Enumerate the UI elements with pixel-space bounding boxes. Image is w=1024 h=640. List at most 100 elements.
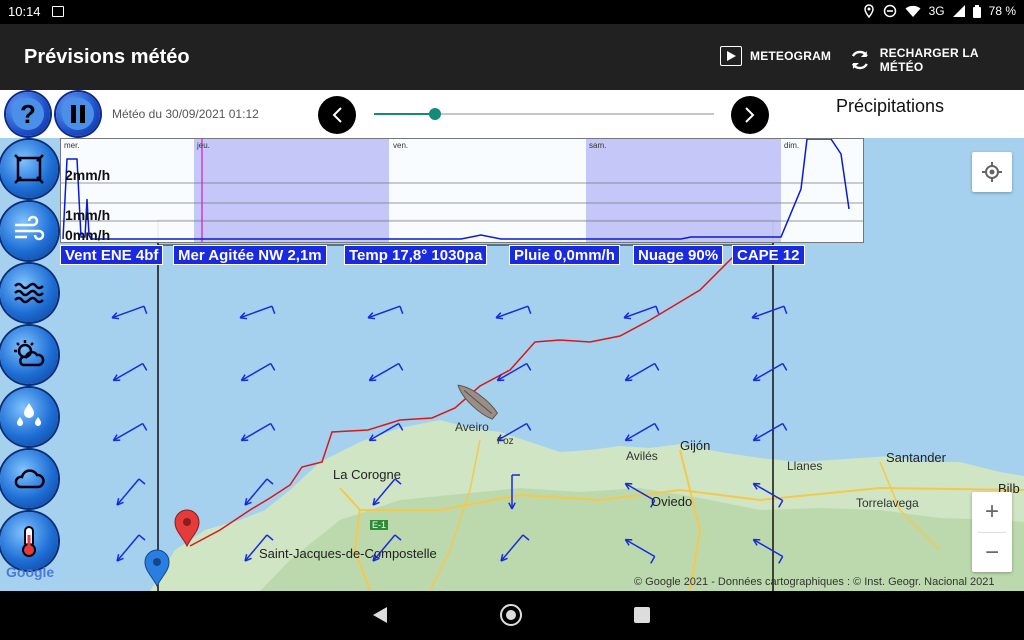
wind-layer-button[interactable] xyxy=(0,202,58,260)
time-slider-fill xyxy=(374,113,436,115)
previous-button[interactable] xyxy=(318,96,356,134)
graph-day-label: mer. xyxy=(64,141,80,150)
wind-arrow xyxy=(116,478,146,506)
help-button[interactable]: ? xyxy=(6,92,50,136)
wind-arrow xyxy=(624,422,660,442)
wind-arrow xyxy=(240,422,276,442)
map-label-foz: Foz xyxy=(497,436,514,447)
sun-cloud-icon xyxy=(14,340,45,367)
home-button[interactable] xyxy=(500,604,522,626)
system-nav-bar xyxy=(0,591,1024,640)
recent-apps-button[interactable] xyxy=(634,607,650,623)
graph-day-label: ven. xyxy=(393,141,409,150)
temperature-sun-layer-button[interactable] xyxy=(0,326,58,384)
wind-arrow xyxy=(496,362,532,382)
map-label-santiago: Saint-Jacques-de-Compostelle xyxy=(259,546,437,561)
time-slider-thumb[interactable] xyxy=(429,108,442,120)
wind-arrow xyxy=(752,422,788,442)
network-type: 3G xyxy=(928,4,945,18)
help-label: ? xyxy=(20,98,36,129)
precipitation-layer-button[interactable] xyxy=(0,388,58,446)
signal-icon xyxy=(952,5,965,17)
wind-arrow xyxy=(112,362,148,382)
precipitation-chart xyxy=(61,139,863,242)
wind-arrow xyxy=(112,422,148,442)
dnd-icon xyxy=(883,4,896,18)
image-notification-icon xyxy=(52,6,64,17)
wind-arrow xyxy=(240,362,276,382)
weather-date: Météo du 30/09/2021 01:12 xyxy=(112,107,259,121)
wind-arrow xyxy=(111,305,148,320)
wind-arrow xyxy=(624,362,660,382)
wind-arrow xyxy=(752,538,784,564)
waves-layer-button[interactable] xyxy=(0,264,58,322)
map-label-la-corogne: La Corogne xyxy=(333,467,401,482)
map-credits[interactable]: © Google 2021 - Données cartographiques … xyxy=(634,576,995,588)
wind-info: Vent ENE 4bf xyxy=(60,245,164,265)
sea-info: Mer Agitée NW 2,1m xyxy=(173,245,327,265)
zoom-out-button[interactable]: − xyxy=(972,533,1012,573)
time-slider[interactable] xyxy=(374,108,714,120)
night-band xyxy=(194,139,389,242)
map-label-oviedo: Oviedo xyxy=(651,494,693,509)
map-label-gijon: Gijón xyxy=(680,438,711,453)
next-button[interactable] xyxy=(731,96,769,134)
zoom-controls: + − xyxy=(972,492,1012,572)
cloud-icon xyxy=(14,469,45,489)
thermometer-icon xyxy=(22,526,36,557)
temperature-info: Temp 17,8° 1030pa xyxy=(344,245,488,265)
wind-arrow xyxy=(372,478,402,506)
wind-arrow xyxy=(752,362,788,382)
location-icon xyxy=(863,4,874,18)
status-time: 10:14 xyxy=(8,4,41,19)
wind-arrow xyxy=(752,482,784,508)
pause-button[interactable] xyxy=(56,92,100,136)
map-label-torrelavega: Torrelavega xyxy=(856,496,919,510)
map-label-santander: Santander xyxy=(886,450,946,465)
battery-level: 78 % xyxy=(988,4,1016,18)
meteogram-label: METEOGRAM xyxy=(750,49,832,63)
wind-arrow xyxy=(495,305,532,320)
cloud-info: Nuage 90% xyxy=(633,245,724,265)
wind-arrow xyxy=(508,474,520,510)
pause-icon xyxy=(71,105,85,123)
wind-arrow xyxy=(116,534,146,562)
my-location-button[interactable] xyxy=(972,152,1012,192)
rain-drops-icon xyxy=(17,403,41,426)
status-icons: 3G 78 % xyxy=(863,4,1016,18)
wind-arrow xyxy=(500,534,530,562)
wind-arrow xyxy=(244,478,274,506)
waves-icon xyxy=(14,282,44,304)
reload-label: RECHARGER LA MÉTÉO xyxy=(879,46,979,74)
zoom-in-button[interactable]: + xyxy=(972,492,1012,532)
chevron-right-icon xyxy=(745,107,755,123)
battery-icon xyxy=(972,4,981,18)
precipitation-graph: mer. jeu. ven. sam. dim. 2mm/h 1mm/h 0mm… xyxy=(60,138,864,243)
chevron-left-icon xyxy=(332,107,342,123)
graph-y-label: 1mm/h xyxy=(65,207,111,223)
wifi-icon xyxy=(905,5,921,17)
night-band xyxy=(586,139,781,242)
page-title: Prévisions météo xyxy=(24,46,190,68)
route-box-button[interactable] xyxy=(0,140,58,198)
google-logo: Google xyxy=(6,564,55,580)
map-label-llanes: Llanes xyxy=(787,459,823,473)
map-view[interactable]: Aveiro Foz Gijón Avilés Llanes Santander… xyxy=(0,90,1024,591)
graph-y-label: 2mm/h xyxy=(65,167,111,183)
rain-info: Pluie 0,0mm/h xyxy=(509,245,620,265)
map-label-aveiro: Aveiro xyxy=(455,420,489,434)
wind-arrow xyxy=(751,305,788,320)
wind-icon xyxy=(15,215,45,241)
meteogram-button[interactable]: METEOGRAM xyxy=(720,46,831,66)
status-bar: 10:14 3G 78 % xyxy=(0,0,1024,24)
reload-weather-button[interactable]: RECHARGER LA MÉTÉO xyxy=(848,46,1024,74)
crosshair-icon xyxy=(982,162,1002,182)
clouds-layer-button[interactable] xyxy=(0,450,58,508)
cape-info: CAPE 12 xyxy=(732,245,805,265)
thermometer-layer-button[interactable] xyxy=(0,512,58,570)
route-box-icon xyxy=(14,154,44,184)
back-button[interactable] xyxy=(373,607,387,623)
graph-day-label: dim. xyxy=(784,141,800,150)
graph-day-label: jeu. xyxy=(197,141,210,150)
wind-arrow xyxy=(239,305,276,320)
